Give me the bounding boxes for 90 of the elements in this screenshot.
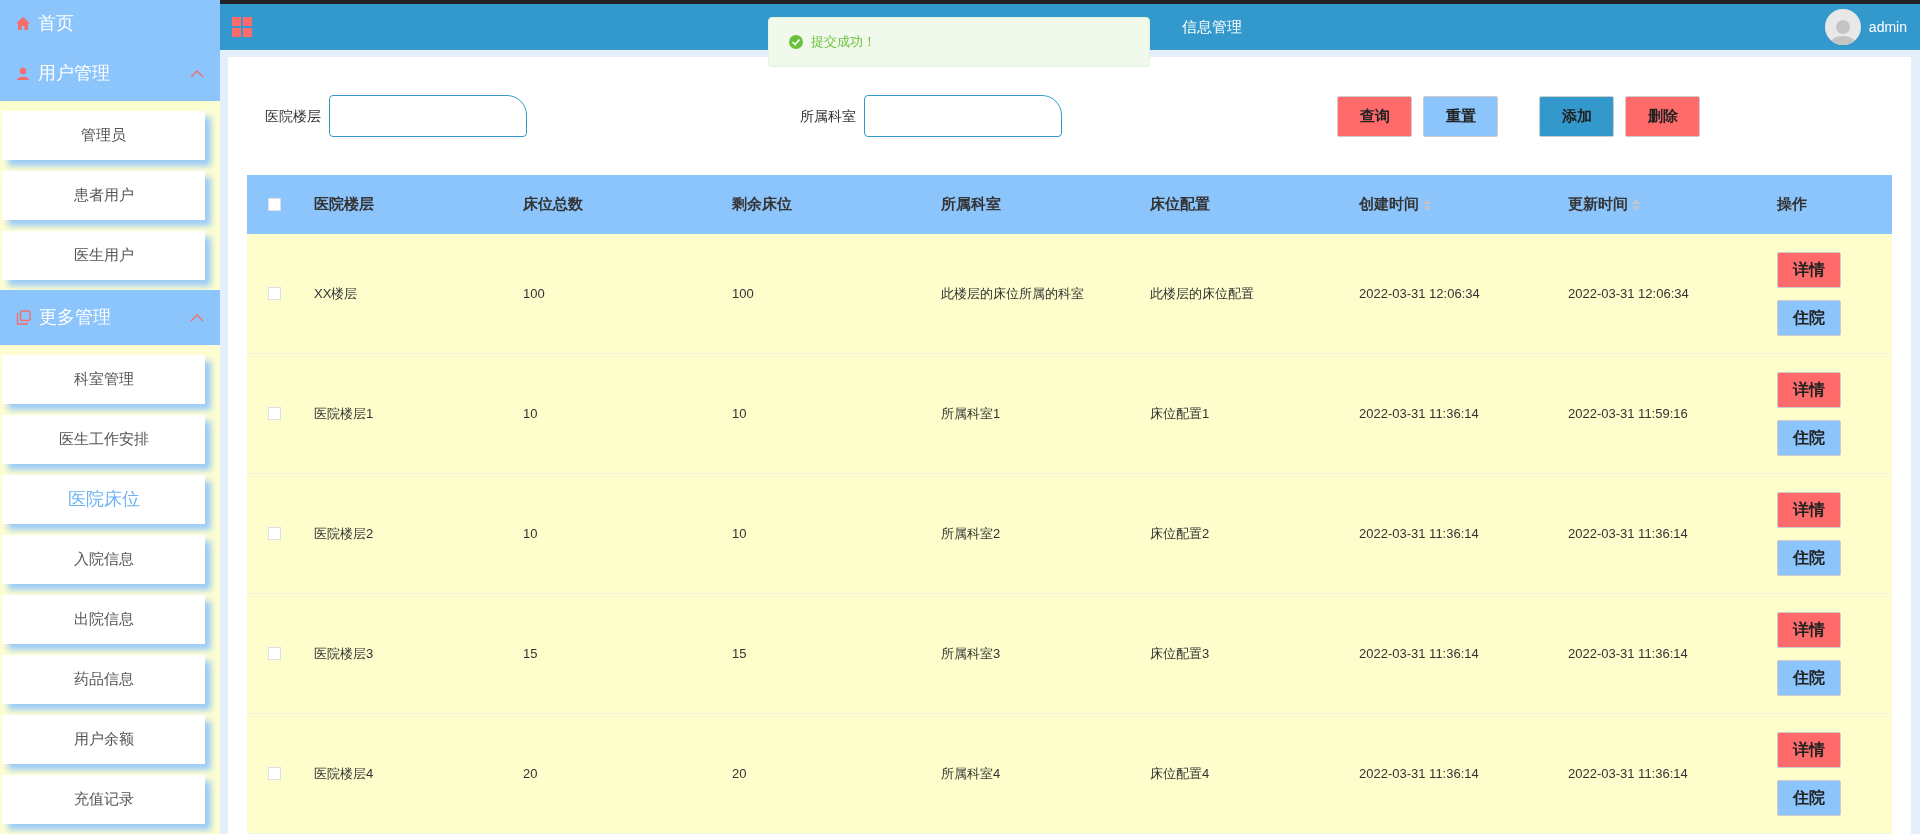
row-action-button[interactable]: 详情 (1777, 611, 1841, 648)
column-header: 更新时间 (1568, 194, 1628, 215)
table-cell-text: 床位配置1 (1150, 404, 1210, 423)
table-cell-text: 100 (732, 284, 754, 303)
table-cell-text: 2022-03-31 11:36:14 (1359, 764, 1479, 783)
table-cell-text: 20 (523, 764, 538, 783)
table-cell-text: 2022-03-31 12:06:34 (1568, 284, 1689, 303)
menu-item[interactable]: 患者用户 (2, 171, 205, 220)
checkbox[interactable] (268, 767, 281, 780)
table-cell-text: 15 (523, 644, 538, 663)
table-cell-text: 2022-03-31 11:36:14 (1568, 524, 1688, 543)
table-cell-text: 所属科室4 (941, 764, 1001, 783)
table-cell-text: 2022-03-31 11:36:14 (1359, 644, 1479, 663)
menu-item[interactable]: 药品信息 (2, 655, 205, 704)
action-button[interactable]: 删除 (1625, 95, 1700, 137)
username: admin (1868, 17, 1907, 37)
table-cell-text: 此楼层的床位配置 (1150, 284, 1254, 303)
checkbox[interactable] (268, 198, 281, 211)
table-cell-text: 医院楼层3 (314, 644, 374, 663)
column-header: 所属科室 (941, 194, 1001, 215)
table-cell-text: 此楼层的床位所属的科室 (941, 284, 1084, 303)
checkbox[interactable] (268, 407, 281, 420)
checkbox[interactable] (268, 287, 281, 300)
table-cell-text: 医院楼层2 (314, 524, 374, 543)
menu-item[interactable]: 医生用户 (2, 231, 205, 280)
row-action-button[interactable]: 详情 (1777, 731, 1841, 768)
menu-item[interactable]: 入院信息 (2, 535, 205, 584)
action-button[interactable]: 重置 (1423, 95, 1498, 137)
table-cell-text: 10 (732, 404, 747, 423)
row-action-button[interactable]: 详情 (1777, 491, 1841, 528)
table-cell-text: 床位配置2 (1150, 524, 1210, 543)
field-label: 所属科室 (800, 106, 856, 126)
table-cell-text: 医院楼层1 (314, 404, 374, 423)
table-cell-text: 10 (732, 524, 747, 543)
table-cell-text: XX楼层 (314, 284, 358, 303)
row-action-button[interactable]: 详情 (1777, 371, 1841, 408)
menu-item[interactable]: 用户余额 (2, 715, 205, 764)
checkbox[interactable] (268, 647, 281, 660)
table-cell-text: 2022-03-31 12:06:34 (1359, 284, 1480, 303)
user-icon (16, 66, 30, 81)
column-header: 操作 (1777, 194, 1807, 215)
sort-icon[interactable] (1632, 198, 1640, 211)
column-header: 床位总数 (523, 194, 583, 215)
table-cell-text: 2022-03-31 11:36:14 (1359, 404, 1479, 423)
table-cell-text: 100 (523, 284, 545, 303)
menu-item[interactable]: 出院信息 (2, 595, 205, 644)
search-field[interactable] (329, 95, 527, 137)
page-title: 信息管理 (1182, 16, 1242, 37)
table-cell-text: 20 (732, 764, 747, 783)
field-label: 医院楼层 (265, 106, 321, 126)
column-header: 创建时间 (1359, 194, 1419, 215)
action-button[interactable]: 添加 (1539, 95, 1614, 137)
row-action-button[interactable]: 住院 (1777, 419, 1841, 456)
search-field[interactable] (864, 95, 1062, 137)
table-cell-text: 所属科室1 (941, 404, 1001, 423)
menu-item[interactable]: 充值记录 (2, 775, 205, 824)
row-action-button[interactable]: 详情 (1777, 251, 1841, 288)
column-header: 剩余床位 (732, 194, 792, 215)
table-cell-text: 床位配置3 (1150, 644, 1210, 663)
check-circle-icon (789, 35, 803, 49)
chevron-up-icon[interactable] (190, 313, 204, 322)
toast-message: 提交成功！ (811, 33, 876, 52)
avatar[interactable] (1824, 9, 1861, 45)
table-cell-text: 所属科室3 (941, 644, 1001, 663)
row-action-button[interactable]: 住院 (1777, 299, 1841, 336)
row-action-button[interactable]: 住院 (1777, 539, 1841, 576)
table-cell-text: 2022-03-31 11:36:14 (1568, 644, 1688, 663)
chevron-up-icon[interactable] (190, 69, 204, 78)
column-header: 床位配置 (1150, 194, 1210, 215)
menu-item[interactable]: 科室管理 (2, 355, 205, 404)
row-action-button[interactable]: 住院 (1777, 779, 1841, 816)
copy-icon (16, 310, 31, 325)
table-cell-text: 10 (523, 524, 538, 543)
checkbox[interactable] (268, 527, 281, 540)
menu-item[interactable]: 医生工作安排 (2, 415, 205, 464)
table-cell-text: 2022-03-31 11:36:14 (1568, 764, 1688, 783)
table-cell-text: 10 (523, 404, 538, 423)
menu-item[interactable]: 管理员 (2, 111, 205, 160)
table-cell-text: 2022-03-31 11:59:16 (1568, 404, 1688, 423)
grid-icon[interactable] (232, 17, 252, 37)
table-cell-text: 15 (732, 644, 747, 663)
home-icon (16, 16, 30, 30)
sort-icon[interactable] (1423, 198, 1431, 211)
table-cell-text: 所属科室2 (941, 524, 1001, 543)
row-action-button[interactable]: 住院 (1777, 659, 1841, 696)
action-button[interactable]: 查询 (1337, 95, 1412, 137)
table-cell-text: 2022-03-31 11:36:14 (1359, 524, 1479, 543)
table-cell-text: 床位配置4 (1150, 764, 1210, 783)
table-cell-text: 医院楼层4 (314, 764, 374, 783)
column-header: 医院楼层 (314, 194, 374, 215)
